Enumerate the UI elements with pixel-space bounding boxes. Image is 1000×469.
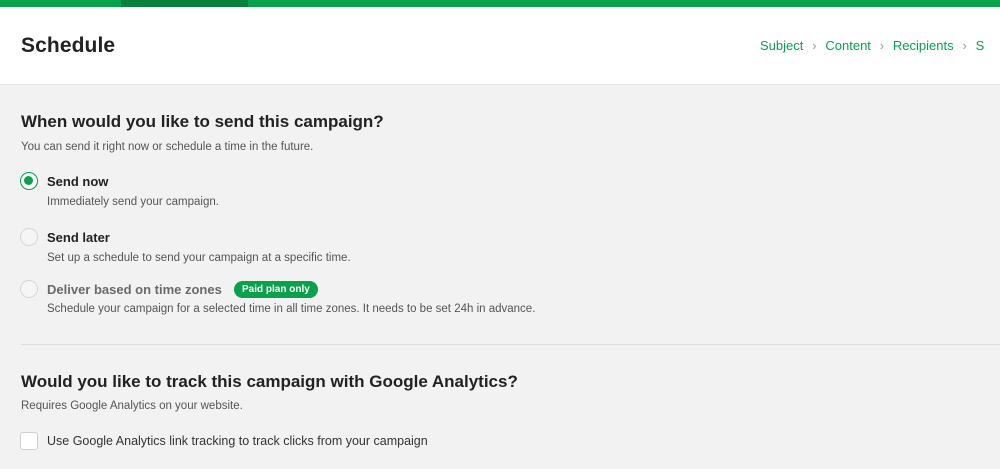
time-zones-label[interactable]: Deliver based on time zones [47,282,222,297]
breadcrumb: Subject › Content › Recipients › S [760,38,984,53]
analytics-subtitle: Requires Google Analytics on your websit… [21,400,243,412]
analytics-heading: Would you like to track this campaign wi… [21,372,518,391]
breadcrumb-subject[interactable]: Subject [760,38,803,53]
breadcrumb-recipients[interactable]: Recipients [893,38,954,53]
send-time-heading: When would you like to send this campaig… [21,112,384,131]
send-now-label[interactable]: Send now [47,174,108,189]
send-now-radio[interactable] [20,172,38,190]
breadcrumb-schedule[interactable]: S [976,38,985,53]
breadcrumb-content[interactable]: Content [825,38,871,53]
send-now-description: Immediately send your campaign. [47,196,219,208]
chevron-right-icon: › [812,38,817,53]
analytics-tracking-checkbox[interactable] [20,432,38,450]
main-content: When would you like to send this campaig… [0,86,1000,469]
paid-plan-badge: Paid plan only [234,281,318,298]
section-divider [21,344,1000,345]
send-later-description: Set up a schedule to send your campaign … [47,252,351,264]
time-zones-radio[interactable] [20,280,38,298]
chevron-right-icon: › [962,38,967,53]
chevron-right-icon: › [879,38,885,53]
page-title: Schedule [21,34,116,57]
send-time-subtitle: You can send it right now or schedule a … [21,141,314,153]
header: Schedule Subject › Content › Recipients … [0,7,1000,85]
progress-segment [121,0,248,7]
time-zones-description: Schedule your campaign for a selected ti… [47,303,536,315]
top-progress-bar [0,0,1000,7]
send-later-radio[interactable] [20,228,38,246]
send-later-label[interactable]: Send later [47,230,110,245]
analytics-tracking-label[interactable]: Use Google Analytics link tracking to tr… [47,434,428,448]
